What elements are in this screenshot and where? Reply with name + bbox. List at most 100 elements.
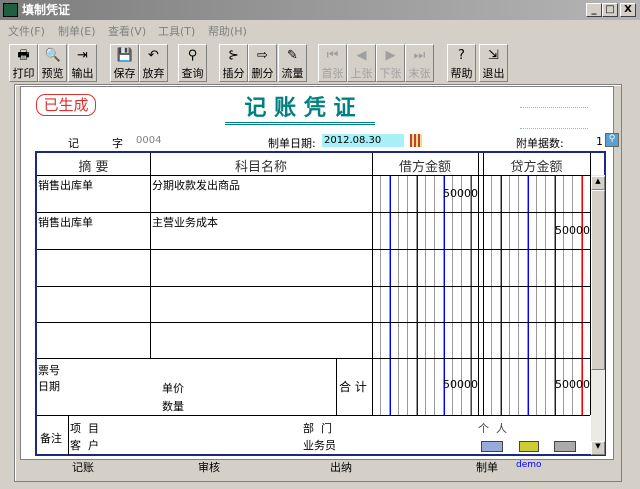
- first-icon: ⏮: [326, 48, 339, 63]
- toolbar-button-0[interactable]: 🖶 打印: [9, 44, 38, 82]
- toolbar-label: 保存: [113, 67, 136, 80]
- qty-label: 数量: [162, 400, 184, 413]
- row-divider: [37, 322, 590, 323]
- toolbar-button-5[interactable]: ⚲ 查询: [178, 44, 207, 82]
- printer-icon: 🖶: [17, 48, 30, 63]
- toolbar-label: 删分: [251, 67, 274, 80]
- cashier-label: 出纳: [330, 461, 352, 474]
- toolbar-label: 帮助: [450, 67, 473, 80]
- maximize-button[interactable]: □: [602, 3, 618, 17]
- toolbar-button-1[interactable]: 🔍 预览: [38, 44, 67, 82]
- toolbar-button-7[interactable]: ⇨ 删分: [248, 44, 277, 82]
- save-icon: 💾: [116, 48, 133, 63]
- row-divider: [37, 249, 590, 250]
- exit-icon: ⇲: [488, 48, 499, 63]
- help-icon: ?: [458, 48, 465, 63]
- header-summary: 摘 要: [78, 160, 109, 175]
- remark-label: 备注: [40, 432, 62, 445]
- row-account[interactable]: 分期收款发出商品: [152, 177, 240, 193]
- header-credit: 贷方金额: [510, 160, 563, 175]
- toolbar-button-6[interactable]: ⊱ 插分: [219, 44, 248, 82]
- menu-bar: 文件(F) 制单(E) 查看(V) 工具(T) 帮助(H): [0, 20, 640, 38]
- date-field-label: 日期: [38, 380, 60, 393]
- person-label: 个 人: [478, 422, 507, 435]
- prev-icon: ◀: [356, 48, 367, 63]
- bookkeeper-label: 记账: [72, 461, 94, 474]
- insert-row-icon: ⊱: [228, 48, 239, 63]
- menu-tools[interactable]: 工具(T): [158, 23, 195, 39]
- toolbar-button-10[interactable]: ◀ 上张: [347, 44, 376, 82]
- maker-label: 制单: [476, 461, 498, 474]
- close-button[interactable]: X: [620, 3, 636, 17]
- delete-row-icon: ⇨: [257, 48, 268, 63]
- person-search-icon[interactable]: [519, 441, 539, 452]
- preview-icon: 🔍: [44, 48, 61, 63]
- calendar-icon[interactable]: [410, 134, 422, 147]
- row-divider: [37, 358, 590, 359]
- zi-label: 字: [112, 137, 123, 150]
- menu-help[interactable]: 帮助(H): [208, 23, 247, 39]
- toolbar-button-12[interactable]: ⏭ 末张: [405, 44, 434, 82]
- minimize-button[interactable]: _: [586, 3, 602, 17]
- date-field[interactable]: 2012.08.30: [322, 134, 404, 147]
- toolbar-button-3[interactable]: 💾 保存: [110, 44, 139, 82]
- row-summary[interactable]: 销售出库单: [38, 214, 93, 230]
- export-icon: ⇥: [77, 48, 88, 63]
- dept-label: 部 门: [303, 422, 332, 435]
- scroll-up-button[interactable]: ▲: [591, 176, 605, 190]
- toolbar-label: 插分: [222, 67, 245, 80]
- total-credit: 50000: [555, 378, 590, 391]
- toolbar-label: 放弃: [142, 67, 165, 80]
- row-divider: [37, 286, 590, 287]
- row-debit[interactable]: 50000: [372, 187, 478, 200]
- card-icon[interactable]: [481, 441, 503, 452]
- salesman-label: 业务员: [303, 439, 336, 452]
- menu-view[interactable]: 查看(V): [108, 23, 146, 39]
- generated-stamp: 已生成: [36, 94, 96, 116]
- voucher-title: 记 账 凭 证: [225, 94, 375, 125]
- toolbar-label: 预览: [41, 67, 64, 80]
- toolbar-button-9[interactable]: ⏮ 首张: [318, 44, 347, 82]
- next-icon: ▶: [385, 48, 396, 63]
- row-account[interactable]: 主营业务成本: [152, 214, 218, 230]
- row-credit[interactable]: 50000: [483, 224, 590, 237]
- maker-name: demo: [516, 460, 542, 470]
- total-debit: 50000: [443, 378, 478, 391]
- voucher-type[interactable]: 记: [68, 135, 79, 151]
- header-account: 科目名称: [234, 160, 287, 175]
- date-label: 制单日期:: [268, 137, 316, 150]
- toolbar-button-8[interactable]: ✎ 流量: [278, 44, 307, 82]
- toolbar-button-13[interactable]: ? 帮助: [447, 44, 476, 82]
- toolbar-label: 退出: [482, 67, 505, 80]
- window-title: 填制凭证: [22, 3, 71, 17]
- toolbar-label: 输出: [71, 67, 94, 80]
- voucher-number[interactable]: 0004: [136, 135, 161, 146]
- toolbar-button-14[interactable]: ⇲ 退出: [479, 44, 508, 82]
- project-label: 项 目: [70, 422, 99, 435]
- dotted-line: [520, 107, 588, 108]
- toolbar-label: 上张: [350, 67, 373, 80]
- toolbar-button-2[interactable]: ⇥ 输出: [68, 44, 97, 82]
- last-icon: ⏭: [413, 48, 426, 63]
- toolbar-label: 查询: [181, 67, 204, 80]
- dotted-line: [520, 128, 588, 129]
- undo-icon: ↶: [148, 48, 159, 63]
- cashflow-icon: ✎: [287, 48, 298, 63]
- search-icon[interactable]: ⚲: [605, 133, 619, 147]
- scroll-down-button[interactable]: ▼: [591, 441, 605, 455]
- scroll-thumb[interactable]: [591, 190, 605, 370]
- binoculars-icon: ⚲: [187, 48, 198, 63]
- header-debit: 借方金额: [398, 160, 451, 175]
- total-label: 合 计: [339, 380, 367, 394]
- toolbar-label: 打印: [12, 67, 35, 80]
- toolbar-button-11[interactable]: ▶ 下张: [376, 44, 405, 82]
- toolbar-label: 下张: [379, 67, 402, 80]
- toolbar-button-4[interactable]: ↶ 放弃: [139, 44, 168, 82]
- edit-icon[interactable]: [554, 441, 576, 452]
- attach-count[interactable]: 1: [596, 135, 603, 148]
- menu-file[interactable]: 文件(F): [8, 23, 45, 39]
- auditor-label: 审核: [198, 461, 220, 474]
- row-summary[interactable]: 销售出库单: [38, 177, 93, 193]
- menu-voucher[interactable]: 制单(E): [58, 23, 96, 39]
- customer-label: 客 户: [70, 439, 99, 452]
